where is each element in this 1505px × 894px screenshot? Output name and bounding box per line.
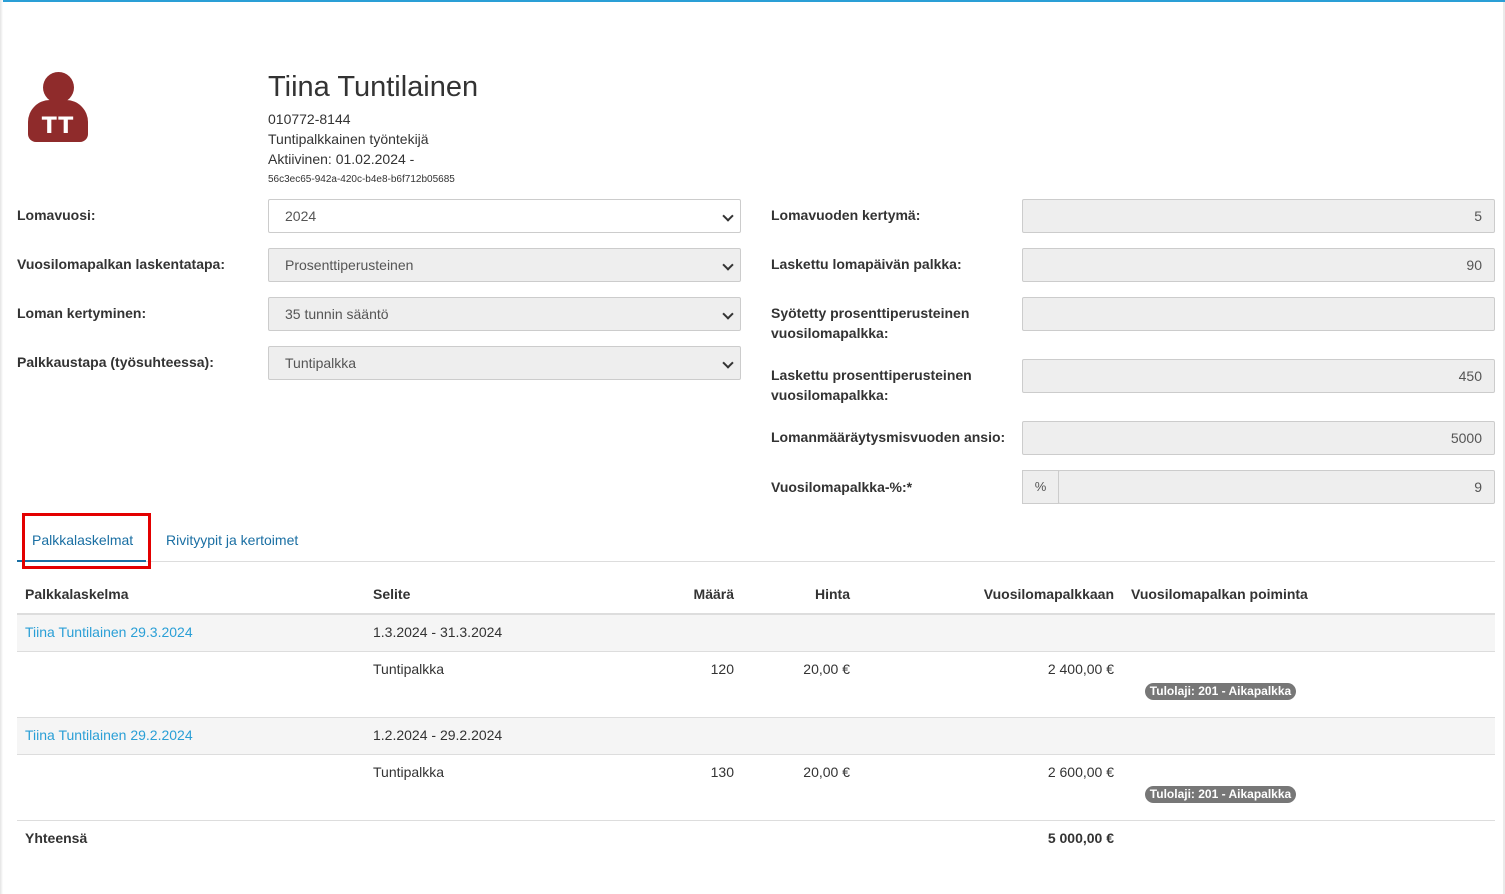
tulolaji-badge: Tulolaji: 201 - Aikapalkka (1145, 683, 1296, 700)
lomavuosi-label: Lomavuosi: (17, 207, 96, 223)
col-poiminta: Vuosilomapalkan poiminta (1131, 586, 1308, 602)
total-divider (17, 820, 1495, 821)
payslip-link[interactable]: Tiina Tuntilainen 29.2.2024 (25, 727, 193, 743)
highlight-box (22, 513, 151, 569)
ansio-field: 5000 (1022, 421, 1495, 455)
row-divider (17, 754, 1495, 755)
tulolaji-badge: Tulolaji: 201 - Aikapalkka (1145, 786, 1296, 803)
row-divider (17, 651, 1495, 652)
lomavuosi-select[interactable]: 2024 (268, 199, 741, 233)
employee-uuid: 56c3ec65-942a-420c-b4e8-b6f712b05685 (268, 174, 455, 185)
employee-active: Aktiivinen: 01.02.2024 - (268, 151, 415, 167)
col-hinta: Hinta (815, 586, 850, 602)
percent-addon: % (1022, 470, 1059, 504)
selite-cell: Tuntipalkka (373, 764, 445, 780)
laskentatapa-label: Vuosilomapalkan laskentatapa: (17, 256, 225, 272)
ansio-label: Lomanmääräytysmisvuoden ansio: (771, 429, 1006, 445)
summa-cell: 2 600,00 € (1047, 764, 1114, 780)
maara-cell: 130 (710, 764, 734, 780)
col-palkkalaskelma: Palkkalaskelma (25, 586, 129, 602)
lomapaivan-palkka-field: 90 (1022, 248, 1495, 282)
palkkaustapa-label: Palkkaustapa (työsuhteessa): (17, 354, 214, 370)
avatar-head (43, 72, 74, 103)
col-maara: Määrä (693, 586, 734, 602)
laskentatapa-value: Prosenttiperusteinen (285, 257, 414, 273)
table-group-row (17, 717, 1495, 755)
laskettu-label-1: Laskettu prosenttiperusteinen (771, 367, 972, 383)
tab-rivityypit[interactable]: Rivityypit ja kertoimet (151, 514, 313, 562)
prosentti-label: Vuosilomapalkka-%:* (771, 479, 913, 495)
hinta-cell: 20,00 € (803, 764, 850, 780)
kertyminen-value: 35 tunnin sääntö (285, 306, 389, 322)
chevron-down-icon (722, 357, 734, 369)
maara-cell: 120 (710, 661, 734, 677)
kertyminen-label: Loman kertyminen: (17, 305, 147, 321)
col-vuosilomapalkkaan: Vuosilomapalkkaan (983, 586, 1114, 602)
prosentti-field: 9 (1058, 470, 1495, 504)
avatar-initials: TT (41, 114, 75, 139)
summa-cell: 2 400,00 € (1047, 661, 1114, 677)
chevron-down-icon (722, 210, 734, 222)
kertyma-field: 5 (1022, 199, 1495, 233)
period-cell: 1.3.2024 - 31.3.2024 (373, 624, 503, 640)
lomavuosi-value: 2024 (285, 208, 317, 224)
chevron-down-icon (722, 308, 734, 320)
laskentatapa-select[interactable]: Prosenttiperusteinen (268, 248, 741, 282)
hinta-cell: 20,00 € (803, 661, 850, 677)
palkkaustapa-value: Tuntipalkka (285, 355, 357, 371)
kertyma-label: Lomavuoden kertymä: (771, 207, 921, 223)
syotetty-field (1022, 297, 1495, 331)
laskettu-field: 450 (1022, 359, 1495, 393)
kertyminen-select[interactable]: 35 tunnin sääntö (268, 297, 741, 331)
period-cell: 1.2.2024 - 29.2.2024 (373, 727, 503, 743)
laskettu-label-2: vuosilomapalkka: (771, 387, 889, 403)
payslip-link[interactable]: Tiina Tuntilainen 29.3.2024 (25, 624, 193, 640)
col-selite: Selite (373, 586, 411, 602)
employee-ssn: 010772-8144 (268, 111, 351, 127)
syotetty-label-2: vuosilomapalkka: (771, 325, 889, 341)
syotetty-label-1: Syötetty prosenttiperusteinen (771, 305, 970, 321)
left-edge (0, 0, 3, 894)
top-accent-line (0, 0, 1505, 2)
selite-cell: Tuntipalkka (373, 661, 445, 677)
table-group-row (17, 614, 1495, 652)
total-label: Yhteensä (25, 830, 88, 846)
total-value: 5 000,00 € (1047, 830, 1114, 846)
palkkaustapa-select[interactable]: Tuntipalkka (268, 346, 741, 380)
lomapaivan-palkka-label: Laskettu lomapäivän palkka: (771, 256, 962, 272)
employee-name: Tiina Tuntilainen (268, 71, 479, 103)
chevron-down-icon (722, 259, 734, 271)
avatar: TT (28, 72, 88, 142)
employee-type: Tuntipalkkainen työntekijä (268, 131, 429, 147)
tab-bar: Palkkalaskelmat Rivityypit ja kertoimet (17, 514, 1495, 562)
